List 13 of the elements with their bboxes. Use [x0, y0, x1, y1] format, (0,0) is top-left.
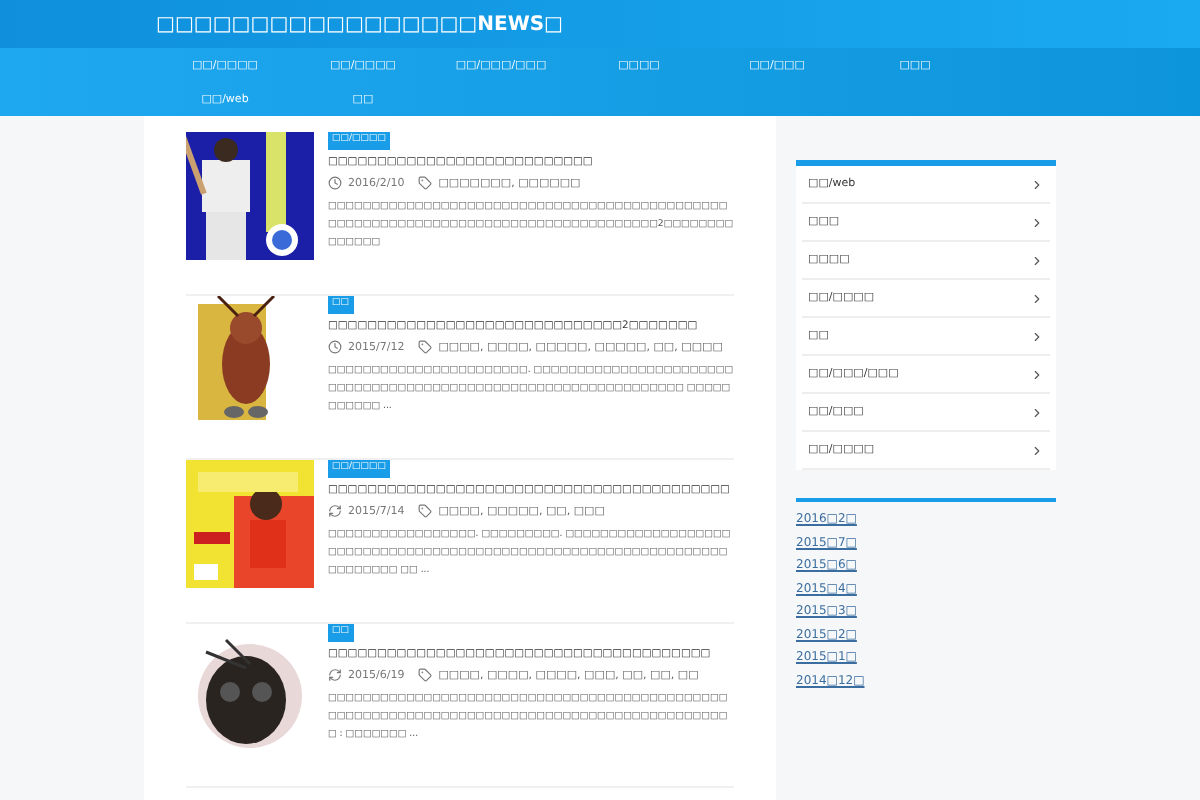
- chevron-icon: [1030, 253, 1044, 267]
- chevron-icon: [1030, 215, 1044, 229]
- chevron-icon: [1030, 443, 1044, 457]
- tag-icon: [418, 176, 433, 191]
- tag-icon: [418, 340, 433, 355]
- site-title[interactable]: □□□□□□□□□□□□□□□□□NEWS□: [156, 9, 564, 39]
- chevron-icon: [1030, 291, 1044, 305]
- tag-icon: [418, 504, 433, 519]
- tag-icon: [418, 668, 433, 683]
- chevron-icon: [1030, 405, 1044, 419]
- chevron-icon: [1030, 329, 1044, 343]
- chevron-icon: [1030, 367, 1044, 381]
- chevron-icon: [1030, 177, 1044, 191]
